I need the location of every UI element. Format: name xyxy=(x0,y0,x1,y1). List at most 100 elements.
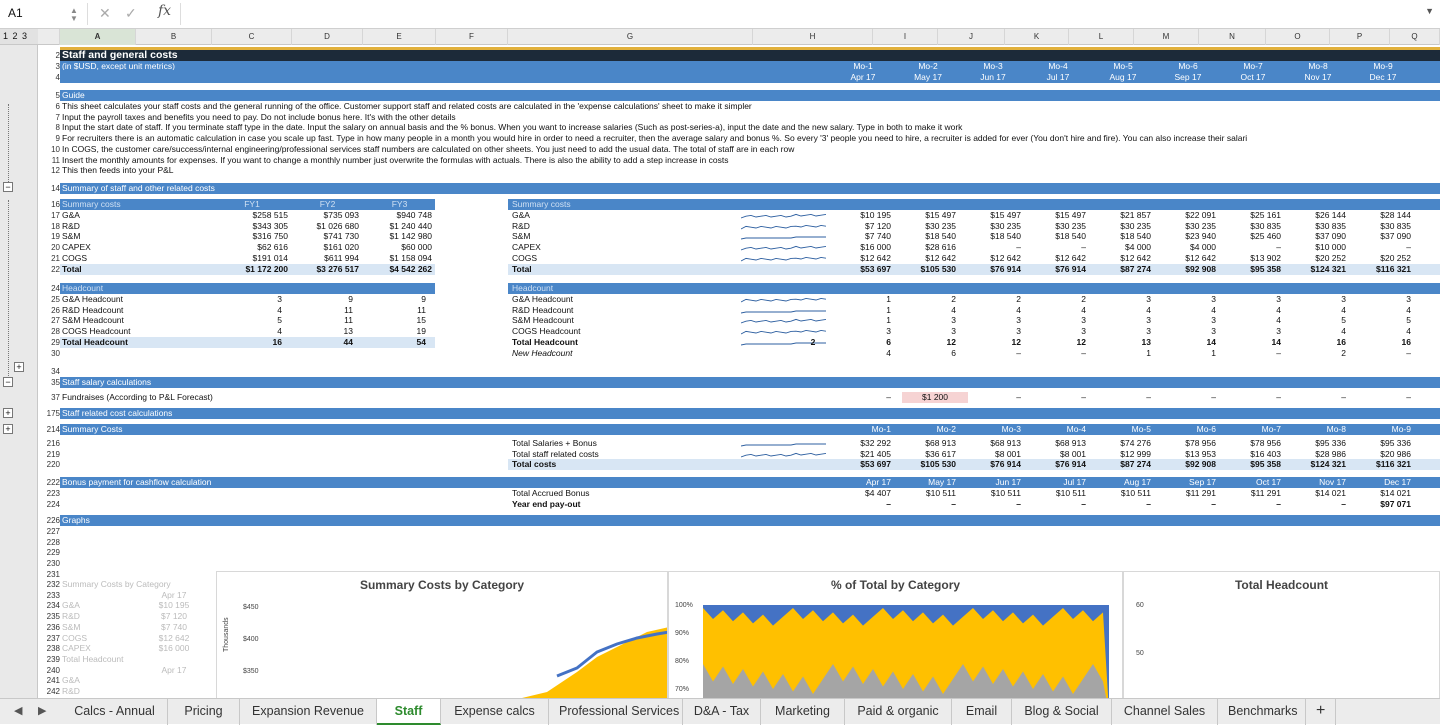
month-cell[interactable]: $37 090 xyxy=(1355,231,1411,242)
hidden-cell[interactable]: Summary Costs by Category xyxy=(62,579,222,590)
row-label[interactable]: CAPEX xyxy=(512,242,712,253)
fy-value[interactable]: 4 xyxy=(212,305,282,316)
fy-value[interactable]: $611 994 xyxy=(288,253,359,264)
month-cell[interactable]: $20 252 xyxy=(1355,253,1411,264)
month-cell[interactable]: – xyxy=(965,242,1021,253)
month-cell[interactable]: 3 xyxy=(1225,326,1281,337)
month-label[interactable]: Mo-1 xyxy=(835,424,891,435)
row-number[interactable]: 236 xyxy=(38,622,60,633)
month-cell[interactable]: $95 336 xyxy=(1355,438,1411,449)
month-cell[interactable]: $26 144 xyxy=(1290,210,1346,221)
row-number[interactable]: 18 xyxy=(38,221,60,232)
month-cell[interactable]: $14 021 xyxy=(1290,488,1346,499)
column-header-h[interactable]: H xyxy=(753,29,873,45)
fy-value[interactable]: 13 xyxy=(292,326,353,337)
month-cell[interactable]: 2 xyxy=(1290,348,1346,359)
fy-value[interactable]: 44 xyxy=(292,337,353,348)
month-cell[interactable]: $4 407 xyxy=(835,488,891,499)
month-cell[interactable]: $124 321 xyxy=(1290,459,1346,470)
column-header-c[interactable]: C xyxy=(212,29,292,45)
fy-value[interactable]: 9 xyxy=(292,294,353,305)
row-label[interactable]: R&D Headcount xyxy=(512,305,712,316)
row-number[interactable]: 175 xyxy=(38,408,60,419)
row-label[interactable]: G&A xyxy=(512,210,712,221)
fy-value[interactable]: 4 xyxy=(212,326,282,337)
month-cell[interactable]: – xyxy=(1355,348,1411,359)
month-cell[interactable]: 3 xyxy=(965,315,1021,326)
month-cell[interactable]: 2 xyxy=(1030,294,1086,305)
month-cell[interactable]: $76 914 xyxy=(1030,264,1086,275)
fy-col-header[interactable]: FY2 xyxy=(292,199,363,210)
month-cell[interactable]: 16 xyxy=(1355,337,1411,348)
row-number[interactable]: 19 xyxy=(38,231,60,242)
row-number[interactable]: 233 xyxy=(38,590,60,601)
expand-formula-icon[interactable]: ▼ xyxy=(1425,6,1434,16)
month-cell[interactable]: 4 xyxy=(1160,305,1216,316)
sheet-tab-benchmarks[interactable]: Benchmarks xyxy=(1218,699,1306,725)
month-cell[interactable]: – xyxy=(1030,499,1086,510)
row-number[interactable]: 12 xyxy=(38,165,60,176)
fundraise-cell[interactable]: – xyxy=(1030,392,1086,403)
month-cell[interactable]: $87 274 xyxy=(1095,459,1151,470)
row-number[interactable]: 6 xyxy=(38,101,60,112)
sheet-tab-channel-sales[interactable]: Channel Sales xyxy=(1112,699,1218,725)
month-cell[interactable]: $116 321 xyxy=(1355,459,1411,470)
month-cell[interactable]: $13 902 xyxy=(1225,253,1281,264)
month-cell[interactable]: $8 001 xyxy=(1030,449,1086,460)
add-sheet-button[interactable]: + xyxy=(1306,699,1337,725)
month-cell[interactable]: $30 235 xyxy=(965,221,1021,232)
month-cell[interactable]: $30 835 xyxy=(1225,221,1281,232)
month-cell[interactable]: 13 xyxy=(1095,337,1151,348)
row-number[interactable]: 27 xyxy=(38,315,60,326)
month-cell[interactable]: – xyxy=(900,499,956,510)
row-number[interactable]: 25 xyxy=(38,294,60,305)
month-cell[interactable]: $12 642 xyxy=(1030,253,1086,264)
month-date[interactable]: Apr 17 xyxy=(835,72,891,83)
guide-line[interactable]: Input the start date of staff. If you te… xyxy=(62,122,1432,133)
row-label[interactable]: Total staff related costs xyxy=(512,449,712,460)
column-header-q[interactable]: Q xyxy=(1390,29,1440,45)
row-label[interactable]: S&M Headcount xyxy=(512,315,712,326)
sheet-tab-staff[interactable]: Staff xyxy=(377,699,441,725)
month-cell[interactable]: – xyxy=(835,499,891,510)
month-cell[interactable]: $15 497 xyxy=(965,210,1021,221)
month-date[interactable]: Jun 17 xyxy=(965,72,1021,83)
month-cell[interactable]: $12 642 xyxy=(1095,253,1151,264)
row-number[interactable]: 24 xyxy=(38,283,60,294)
column-header-g[interactable]: G xyxy=(508,29,753,45)
fy-header[interactable]: Summary costs xyxy=(62,199,136,210)
column-header-i[interactable]: I xyxy=(873,29,938,45)
month-cell[interactable]: $32 292 xyxy=(835,438,891,449)
row-label[interactable]: COGS Headcount xyxy=(512,326,712,337)
month-cell[interactable]: – xyxy=(1225,499,1281,510)
hidden-cell[interactable]: R&D xyxy=(62,686,222,697)
name-box-stepper-icon[interactable]: ▲ ▼ xyxy=(70,7,78,23)
month-cell[interactable]: $95 358 xyxy=(1225,264,1281,275)
fy-value[interactable]: $1 142 980 xyxy=(359,231,432,242)
row-number[interactable]: 235 xyxy=(38,611,60,622)
fy-value[interactable]: $940 748 xyxy=(359,210,432,221)
month-cell[interactable]: $28 986 xyxy=(1290,449,1346,460)
month-date[interactable]: Sep 17 xyxy=(1160,72,1216,83)
month-cell[interactable]: 4 xyxy=(1030,305,1086,316)
row-number[interactable]: 229 xyxy=(38,547,60,558)
row-number[interactable]: 30 xyxy=(38,348,60,359)
row-number[interactable]: 242 xyxy=(38,686,60,697)
row-number[interactable]: 28 xyxy=(38,326,60,337)
hidden-cell[interactable]: $10 195 xyxy=(136,600,212,611)
month-cell[interactable]: $4 000 xyxy=(1095,242,1151,253)
month-cell[interactable]: $78 956 xyxy=(1225,438,1281,449)
month-cell[interactable]: $8 001 xyxy=(965,449,1021,460)
column-header-e[interactable]: E xyxy=(363,29,436,45)
row-label[interactable]: Total xyxy=(512,264,712,275)
sheet-tab-expense-calcs[interactable]: Expense calcs xyxy=(441,699,549,725)
row-number[interactable]: 29 xyxy=(38,337,60,348)
outline-levels[interactable]: 1 2 3 xyxy=(0,29,38,45)
month-cell[interactable]: – xyxy=(965,499,1021,510)
month-cell[interactable]: 5 xyxy=(1290,315,1346,326)
month-cell[interactable]: $11 291 xyxy=(1160,488,1216,499)
fy-value[interactable]: 11 xyxy=(292,315,353,326)
column-header-d[interactable]: D xyxy=(292,29,363,45)
month-cell[interactable]: $12 642 xyxy=(835,253,891,264)
row-number[interactable]: 14 xyxy=(38,183,60,194)
